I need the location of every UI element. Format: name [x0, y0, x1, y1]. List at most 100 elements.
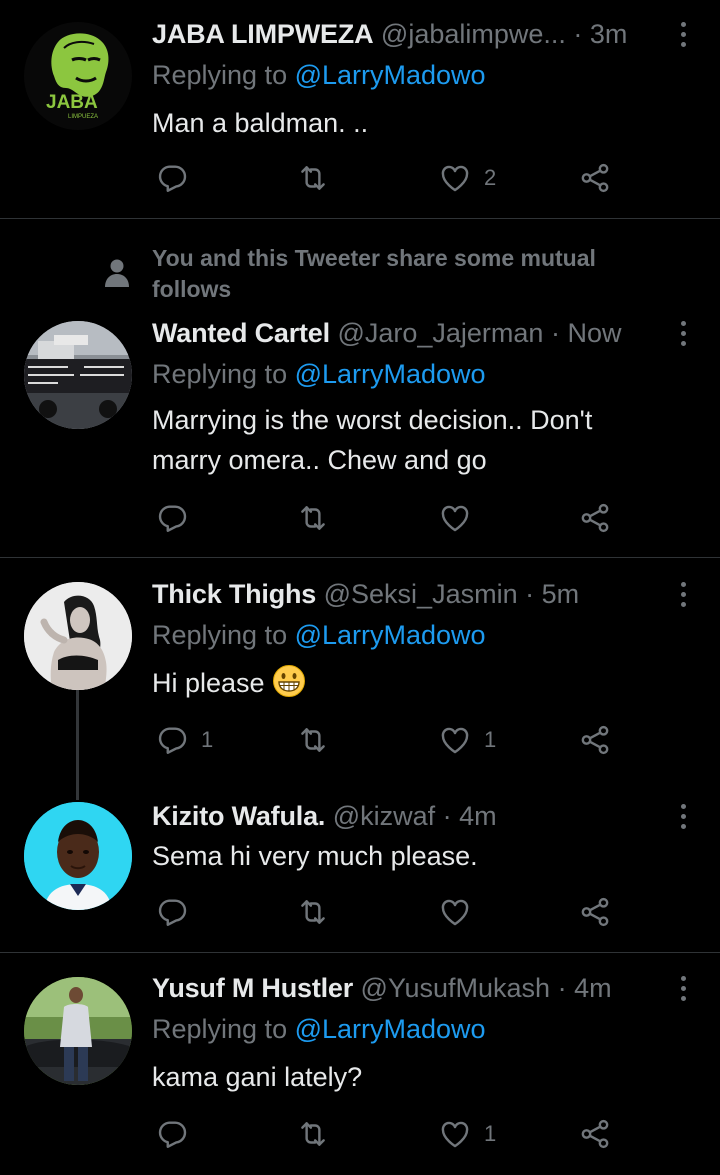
avatar[interactable]: JABA LIMPUEZA: [24, 22, 132, 130]
separator-dot: ·: [565, 19, 590, 49]
timestamp[interactable]: Now: [567, 318, 621, 348]
jaba-logo-image: JABA LIMPUEZA: [24, 22, 132, 130]
profile-photo-image: [24, 802, 132, 910]
like-count: 1: [484, 1121, 497, 1146]
author-name[interactable]: Wanted Cartel: [152, 318, 330, 348]
timestamp[interactable]: 4m: [459, 801, 497, 831]
tweet-header: Wanted Cartel @Jaro_Jajerman · Now: [152, 316, 672, 350]
avatar[interactable]: [24, 977, 132, 1085]
reply-icon: [155, 1117, 189, 1151]
author-handle[interactable]: @YusufMukash: [361, 973, 551, 1003]
reply-button[interactable]: [155, 892, 201, 932]
truck-photo-image: [24, 321, 132, 429]
avatar[interactable]: [24, 802, 132, 910]
more-icon[interactable]: [674, 799, 692, 833]
tweet-card[interactable]: JABA LIMPUEZA JABA LIMPWEZA @jabalimpwe.…: [0, 0, 720, 218]
like-button[interactable]: 2: [438, 158, 496, 198]
tweet-card[interactable]: Kizito Wafula. @kizwaf · 4m Sema hi very…: [0, 778, 720, 952]
mention-link[interactable]: @LarryMadowo: [295, 60, 486, 90]
action-bar: 1 1: [152, 720, 632, 760]
mention-link[interactable]: @LarryMadowo: [295, 620, 486, 650]
reply-button[interactable]: 1: [155, 720, 213, 760]
replying-to-label: Replying to: [152, 1014, 295, 1044]
mention-link[interactable]: @LarryMadowo: [295, 1014, 486, 1044]
tweet-text: kama gani lately?: [152, 1062, 363, 1092]
author-name[interactable]: Thick Thighs: [152, 579, 316, 609]
like-count: 1: [484, 727, 497, 752]
reply-icon: [155, 161, 189, 195]
share-button[interactable]: [578, 498, 612, 538]
author-handle[interactable]: @jabalimpwe...: [381, 19, 566, 49]
separator-dot: ·: [435, 801, 460, 831]
profile-photo-image: [24, 582, 132, 690]
retweet-button[interactable]: [296, 892, 342, 932]
author-name[interactable]: Yusuf M Hustler: [152, 973, 353, 1003]
share-icon: [578, 1117, 612, 1151]
replying-to-label: Replying to: [152, 359, 295, 389]
like-button[interactable]: 1: [438, 720, 496, 760]
person-icon: [105, 259, 129, 287]
reply-icon: [155, 501, 189, 535]
like-button[interactable]: 1: [438, 1114, 496, 1154]
like-count: 2: [484, 165, 497, 190]
separator-dot: ·: [543, 318, 568, 348]
more-icon[interactable]: [674, 17, 692, 51]
author-name[interactable]: JABA LIMPWEZA: [152, 19, 374, 49]
reply-icon: [155, 895, 189, 929]
timestamp[interactable]: 3m: [590, 19, 628, 49]
retweet-icon: [296, 1117, 330, 1151]
tweet-card[interactable]: Yusuf M Hustler @YusufMukash · 4m Replyi…: [0, 953, 720, 1175]
reply-button[interactable]: [155, 1114, 201, 1154]
share-icon: [578, 161, 612, 195]
reply-button[interactable]: [155, 158, 201, 198]
tweet-header: Yusuf M Hustler @YusufMukash · 4m: [152, 971, 672, 1005]
action-bar: [152, 892, 632, 932]
share-button[interactable]: [578, 158, 612, 198]
heart-icon: [438, 501, 472, 535]
tweet-card[interactable]: Thick Thighs @Seksi_Jasmin · 5m Replying…: [0, 558, 720, 778]
like-button[interactable]: [438, 498, 484, 538]
share-icon: [578, 895, 612, 929]
author-name[interactable]: Kizito Wafula.: [152, 801, 325, 831]
mention-link[interactable]: @LarryMadowo: [295, 359, 486, 389]
replying-to: Replying to @LarryMadowo: [152, 357, 486, 391]
retweet-button[interactable]: [296, 498, 342, 538]
heart-icon: [438, 1117, 472, 1151]
retweet-icon: [296, 161, 330, 195]
heart-icon: [438, 723, 472, 757]
avatar[interactable]: [24, 582, 132, 690]
author-handle[interactable]: @Jaro_Jajerman: [337, 318, 543, 348]
avatar[interactable]: [24, 321, 132, 429]
share-button[interactable]: [578, 892, 612, 932]
retweet-icon: [296, 723, 330, 757]
retweet-icon: [296, 895, 330, 929]
more-icon[interactable]: [674, 971, 692, 1005]
svg-text:LIMPUEZA: LIMPUEZA: [68, 114, 98, 120]
separator-dot: ·: [517, 579, 542, 609]
svg-text:JABA: JABA: [46, 92, 98, 113]
tweet-text-content: Hi please: [152, 668, 265, 698]
replying-to: Replying to @LarryMadowo: [152, 618, 486, 652]
grinning-face-emoji: [273, 665, 306, 697]
reply-button[interactable]: [155, 498, 201, 538]
separator-dot: ·: [550, 973, 575, 1003]
share-button[interactable]: [578, 1114, 612, 1154]
tweet-text: Hi please: [152, 663, 660, 703]
timestamp[interactable]: 5m: [542, 579, 580, 609]
share-button[interactable]: [578, 720, 612, 760]
share-icon: [578, 723, 612, 757]
tweet-card[interactable]: You and this Tweeter share some mutual f…: [0, 219, 720, 557]
profile-photo-image: [24, 977, 132, 1085]
like-button[interactable]: [438, 892, 484, 932]
retweet-button[interactable]: [296, 1114, 342, 1154]
more-icon[interactable]: [674, 577, 692, 611]
author-handle[interactable]: @kizwaf: [333, 801, 435, 831]
more-icon[interactable]: [674, 316, 692, 350]
retweet-button[interactable]: [296, 158, 342, 198]
author-handle[interactable]: @Seksi_Jasmin: [324, 579, 518, 609]
tweet-text: Man a baldman. ..: [152, 108, 369, 138]
reply-icon: [155, 723, 189, 757]
timestamp[interactable]: 4m: [574, 973, 612, 1003]
retweet-button[interactable]: [296, 720, 342, 760]
tweet-header: JABA LIMPWEZA @jabalimpwe... · 3m: [152, 17, 672, 51]
